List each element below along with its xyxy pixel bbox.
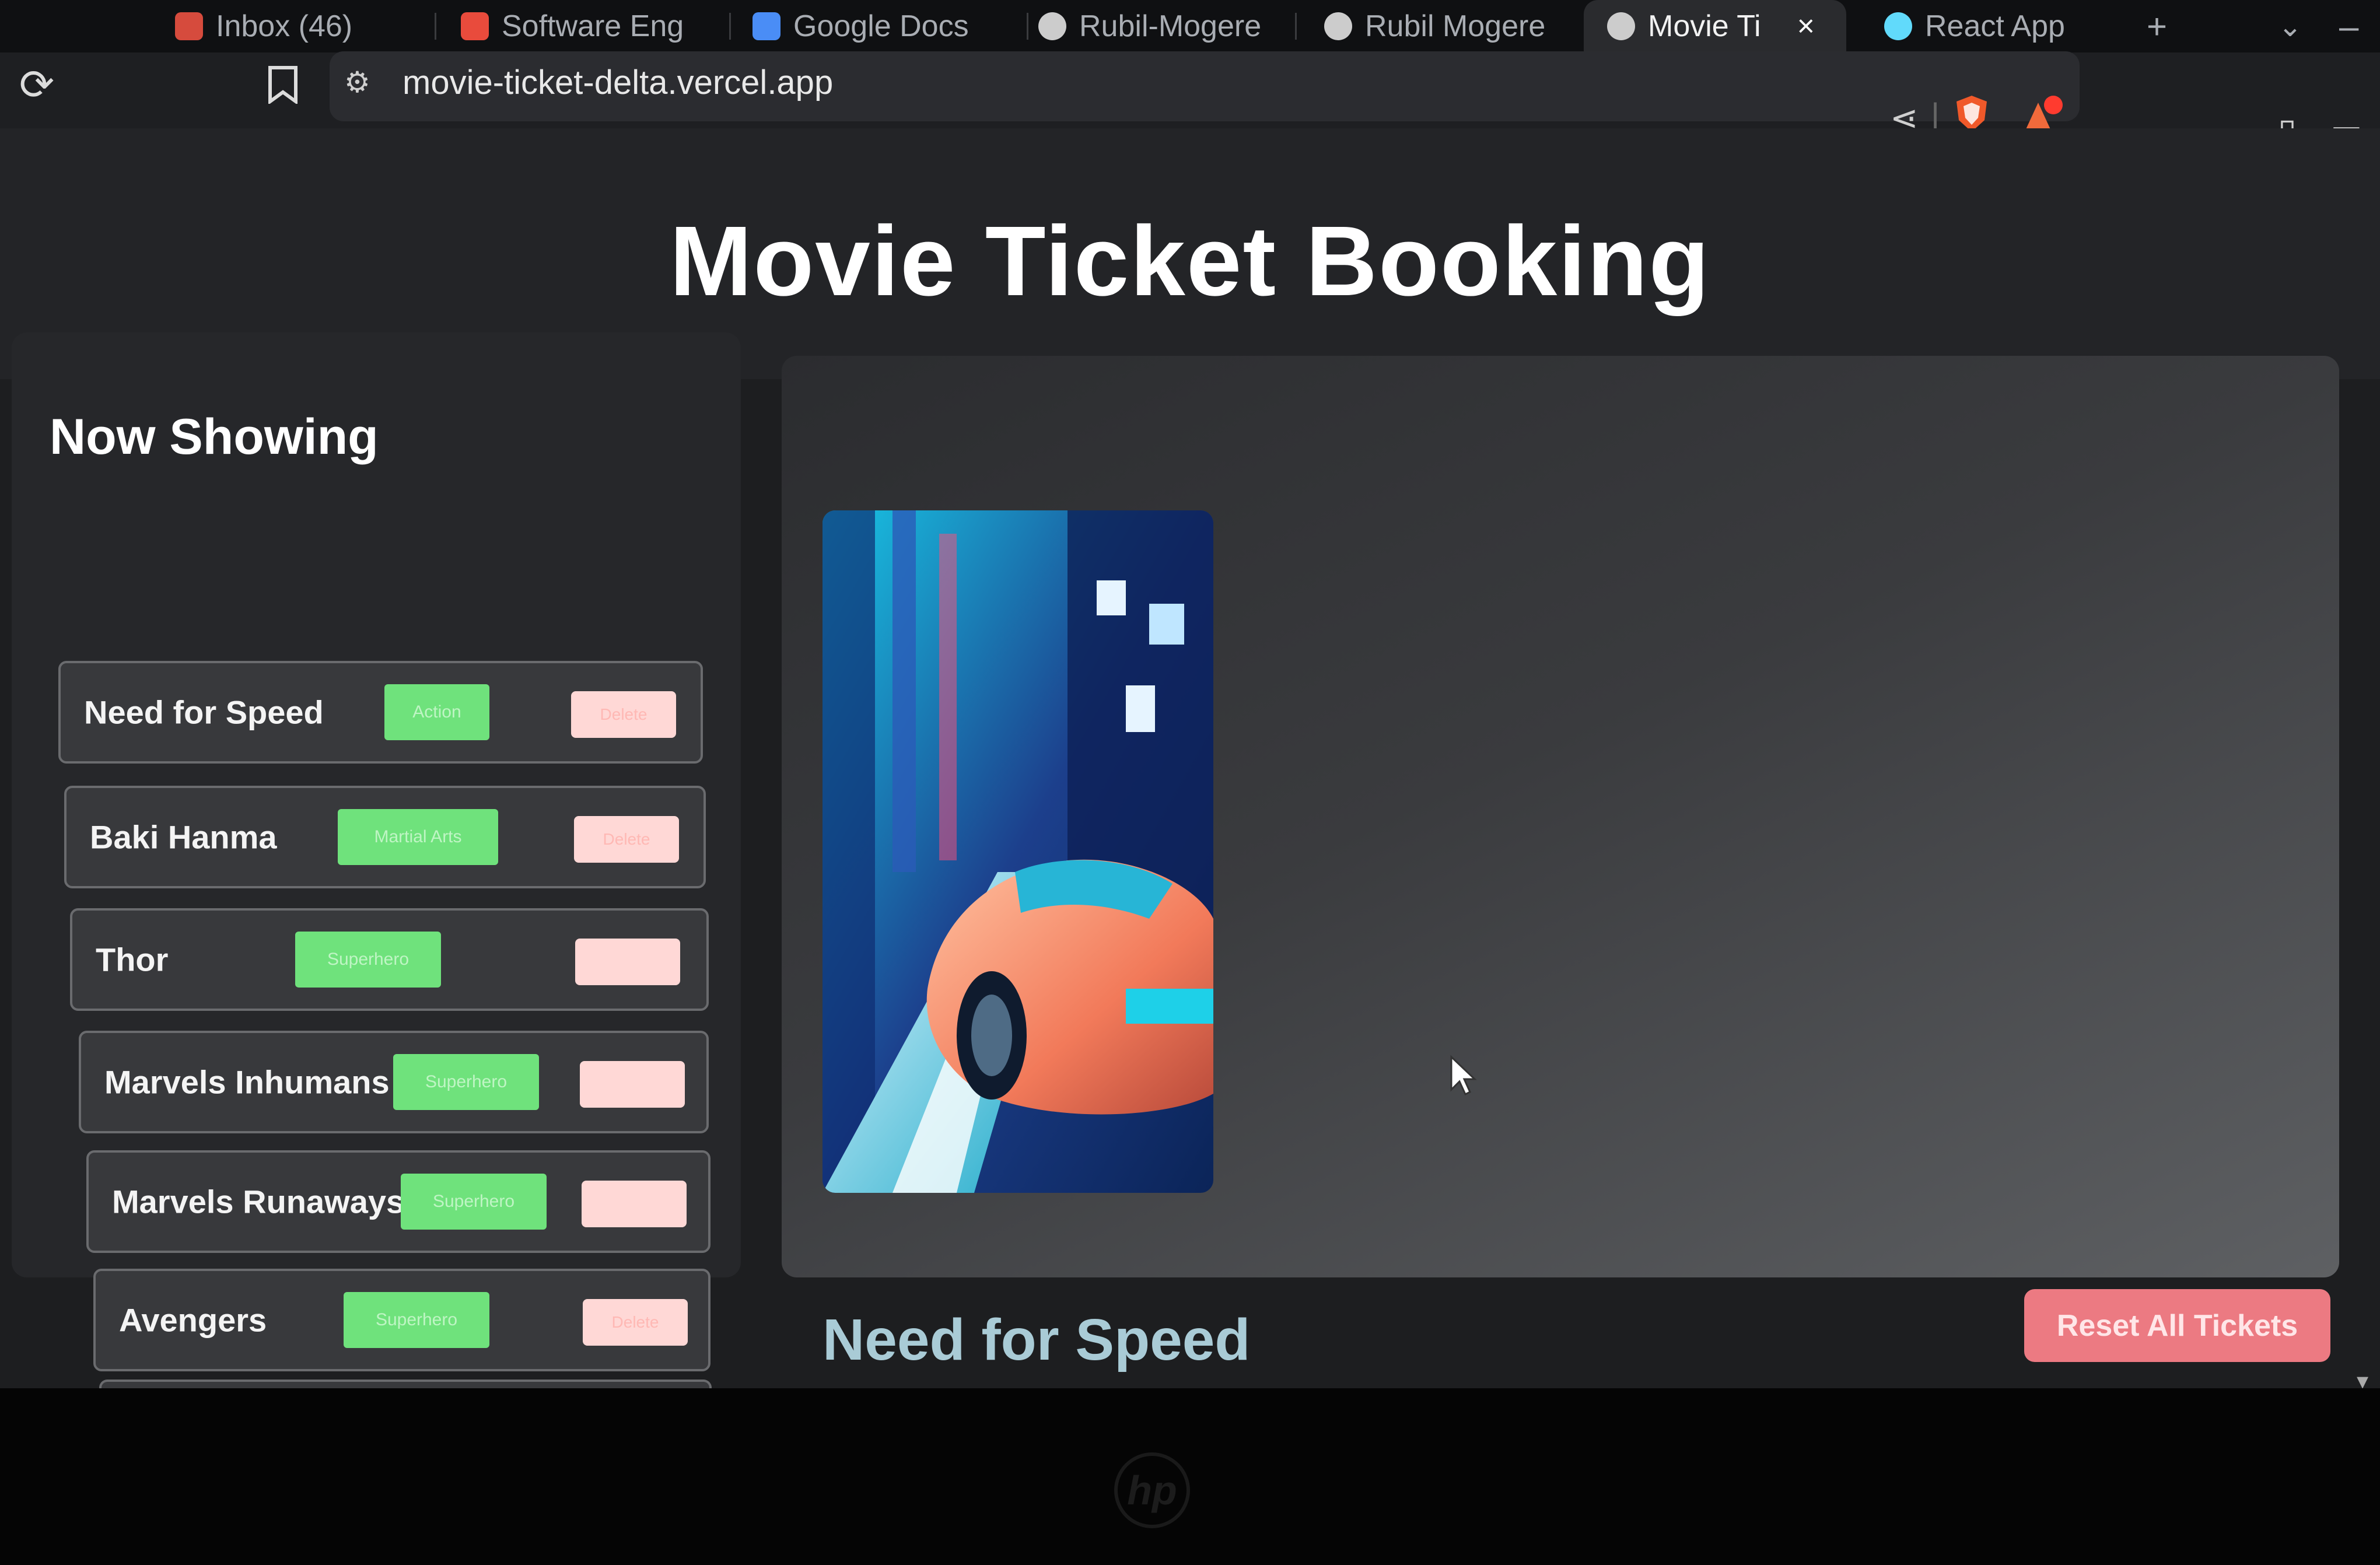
genre-badge: Superhero [295,932,441,988]
tab-label: React App [1925,9,2065,43]
movie-name: Thor [96,941,169,978]
hp-logo-icon: hp [1114,1452,1190,1528]
sidebar-title: Now Showing [50,409,379,465]
reload-icon: ⟳ [19,62,55,108]
tab-movie-ticket[interactable]: Movie Ti × [1584,0,1846,52]
tab-separator [435,13,436,40]
movie-poster [822,510,1213,1193]
genre-badge: Action [384,684,489,740]
close-icon[interactable]: × [1797,9,1815,44]
new-tab-button[interactable]: + [2147,0,2182,52]
delete-button[interactable]: Delete [583,1299,688,1346]
tab-label: Software Eng [502,9,684,43]
delete-button[interactable] [575,939,680,985]
tab-label: Rubil-Mogere [1079,9,1262,43]
minimize-button[interactable]: – [2339,0,2368,52]
tab-react-app[interactable]: React App [1884,0,2129,52]
selected-movie-title: Need for Speed [822,1307,1251,1373]
tab-separator [1027,13,1028,40]
site-settings-icon[interactable]: ⚙ [344,65,379,100]
movie-item-need-for-speed[interactable]: Need for Speed Action Delete [58,661,703,764]
react-icon [1884,12,1912,40]
globe-icon [1607,12,1635,40]
movie-item-baki-hanma[interactable]: Baki Hanma Martial Arts Delete [64,786,706,888]
mouse-cursor-icon [1449,1055,1478,1100]
genre-badge: Superhero [393,1054,539,1110]
movie-item-thor[interactable]: Thor Superhero [70,908,709,1011]
url-text[interactable]: movie-ticket-delta.vercel.app [402,63,833,102]
monitor-bezel: hp [0,1388,2380,1565]
chevron-down-icon: ⌄ [2278,10,2302,43]
movie-name: Avengers [119,1301,267,1339]
tab-label: Google Docs [793,9,969,43]
globe-icon [1324,12,1352,40]
minimize-icon: – [2339,6,2359,46]
page-title: Movie Ticket Booking [669,206,1711,317]
movie-name: Marvels Runaways [112,1183,405,1220]
reload-button[interactable]: ⟳ [10,58,63,111]
tab-google-docs[interactable]: Google Docs [752,0,1021,52]
tab-label: Movie Ti [1648,9,1761,43]
delete-button[interactable]: Delete [571,691,676,738]
reset-all-tickets-button[interactable]: Reset All Tickets [2024,1289,2330,1362]
app-icon [461,12,489,40]
genre-badge: Superhero [344,1292,489,1348]
delete-button[interactable] [582,1181,687,1227]
car-poster-image [822,510,1213,1193]
tab-separator [729,13,731,40]
tab-label: Inbox (46) [216,9,353,43]
plus-icon: + [2147,6,2168,46]
delete-button[interactable] [580,1061,685,1108]
genre-badge: Martial Arts [338,809,498,865]
bookmark-icon [268,66,298,104]
tab-separator [1295,13,1297,40]
tab-github-rubil[interactable]: Rubil-Mogere [1038,0,1283,52]
movie-name: Marvels Inhumans [104,1063,390,1101]
tab-search-button[interactable]: ⌄ [2278,0,2313,52]
bookmark-button[interactable] [257,58,309,111]
movie-name: Baki Hanma [90,818,277,856]
tab-software-eng[interactable]: Software Eng [461,0,718,52]
genre-badge: Superhero [401,1174,547,1230]
tab-bar: Inbox (46) Software Eng Google Docs Rubi… [0,0,2380,52]
movie-item-avengers[interactable]: Avengers Superhero Delete [93,1269,710,1371]
github-icon [1038,12,1066,40]
movie-item-marvels-runaways[interactable]: Marvels Runaways Superhero [86,1150,710,1253]
movie-name: Need for Speed [84,694,324,731]
movie-item-marvels-inhumans[interactable]: Marvels Inhumans Superhero [79,1031,709,1133]
brave-shield-icon [1957,96,1987,132]
docs-icon [752,12,780,40]
gmail-icon [175,12,203,40]
tab-rubil-mogere[interactable]: Rubil Mogere [1324,0,1558,52]
delete-button[interactable]: Delete [574,816,679,863]
tab-label: Rubil Mogere [1365,9,1546,43]
tab-inbox[interactable]: Inbox (46) [175,0,420,52]
